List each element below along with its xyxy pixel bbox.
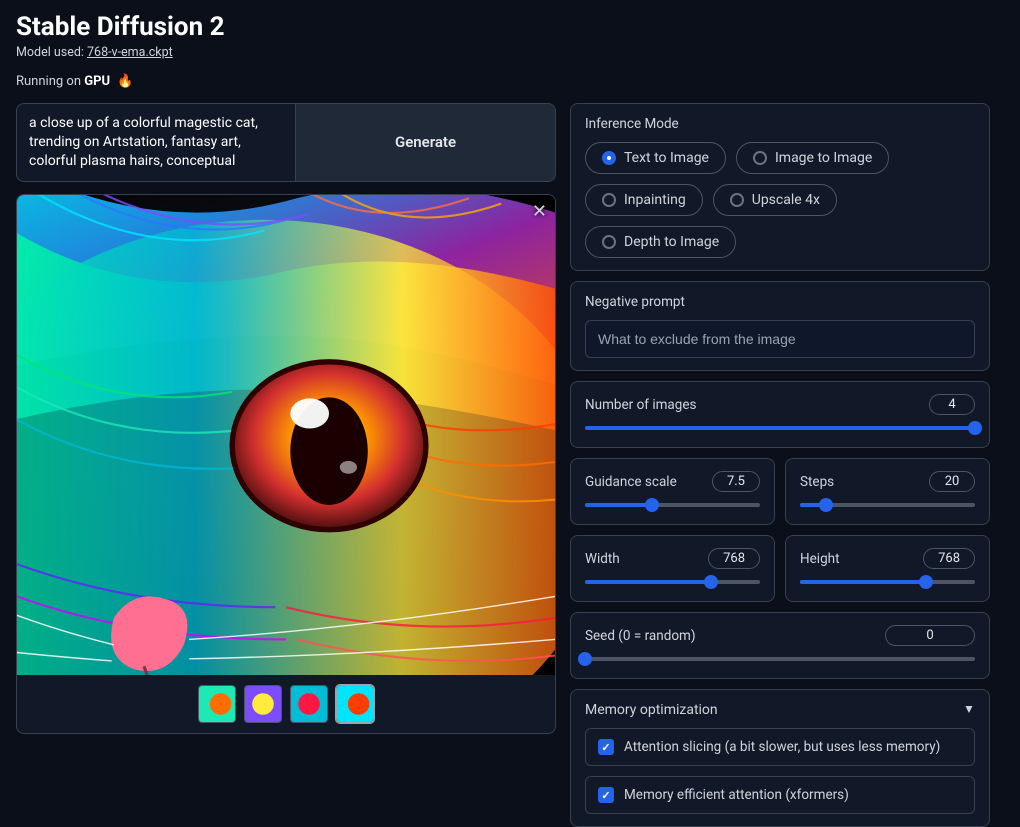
thumbnail[interactable] (290, 685, 328, 723)
output-image[interactable] (17, 195, 555, 675)
guidance-panel: Guidance scale 7.5 (570, 458, 775, 525)
xformers-checkbox[interactable]: ✓ Memory efficient attention (xformers) (585, 776, 975, 814)
memory-label: Memory optimization (585, 702, 718, 718)
thumbnail[interactable] (198, 685, 236, 723)
height-value: 768 (923, 548, 975, 569)
memory-panel: Memory optimization ▲ ✓ Attention slicin… (570, 689, 990, 827)
inference-mode-group: Text to Image Image to Image Inpainting … (585, 142, 975, 258)
radio-dot-icon (753, 151, 767, 165)
radio-text-to-image[interactable]: Text to Image (585, 142, 726, 174)
width-slider[interactable] (585, 575, 760, 589)
height-label: Height (800, 551, 840, 567)
num-images-label: Number of images (585, 397, 697, 413)
model-link[interactable]: 768-v-ema.ckpt (87, 45, 173, 60)
radio-depth-to-image[interactable]: Depth to Image (585, 226, 736, 258)
page-title: Stable Diffusion 2 (16, 12, 1004, 42)
negative-prompt-input[interactable] (585, 320, 975, 358)
close-icon[interactable]: ✕ (532, 201, 547, 222)
prompt-panel: a close up of a colorful magestic cat, t… (16, 103, 556, 182)
radio-dot-icon (602, 151, 616, 165)
generate-button[interactable]: Generate (295, 104, 555, 181)
inference-mode-label: Inference Mode (585, 116, 975, 132)
header: Stable Diffusion 2 Model used: 768-v-ema… (16, 12, 1004, 89)
fire-icon: 🔥 (117, 74, 133, 89)
prompt-input[interactable]: a close up of a colorful magestic cat, t… (17, 104, 295, 181)
width-value: 768 (708, 548, 760, 569)
output-image-panel: ✕ (16, 194, 556, 734)
height-panel: Height 768 (785, 535, 990, 602)
running-on-line: Running on GPU 🔥 (16, 74, 1004, 89)
num-images-slider[interactable] (585, 421, 975, 435)
negative-prompt-label: Negative prompt (585, 294, 975, 310)
seed-panel: Seed (0 = random) 0 (570, 612, 990, 679)
steps-panel: Steps 20 (785, 458, 990, 525)
radio-image-to-image[interactable]: Image to Image (736, 142, 889, 174)
negative-prompt-panel: Negative prompt (570, 281, 990, 371)
height-slider[interactable] (800, 575, 975, 589)
chevron-down-icon: ▲ (963, 703, 975, 717)
guidance-value: 7.5 (712, 471, 760, 492)
steps-value: 20 (929, 471, 975, 492)
thumbnail[interactable] (244, 685, 282, 723)
checkbox-checked-icon: ✓ (598, 739, 614, 755)
num-images-panel: Number of images 4 (570, 381, 990, 448)
thumbnail-strip (17, 675, 555, 733)
seed-value: 0 (885, 625, 975, 646)
num-images-value: 4 (929, 394, 975, 415)
attention-slicing-checkbox[interactable]: ✓ Attention slicing (a bit slower, but u… (585, 728, 975, 766)
seed-slider[interactable] (585, 652, 975, 666)
radio-dot-icon (730, 193, 744, 207)
width-label: Width (585, 551, 620, 567)
radio-inpainting[interactable]: Inpainting (585, 184, 703, 216)
thumbnail[interactable] (336, 685, 374, 723)
radio-dot-icon (602, 235, 616, 249)
device-label: GPU (84, 74, 110, 89)
radio-upscale-4x[interactable]: Upscale 4x (713, 184, 837, 216)
inference-mode-panel: Inference Mode Text to Image Image to Im… (570, 103, 990, 271)
steps-label: Steps (800, 474, 834, 490)
seed-label: Seed (0 = random) (585, 628, 696, 644)
width-panel: Width 768 (570, 535, 775, 602)
checkbox-checked-icon: ✓ (598, 787, 614, 803)
guidance-slider[interactable] (585, 498, 760, 512)
radio-dot-icon (602, 193, 616, 207)
model-used-line: Model used: 768-v-ema.ckpt (16, 45, 1004, 60)
steps-slider[interactable] (800, 498, 975, 512)
guidance-label: Guidance scale (585, 474, 677, 490)
memory-accordion-header[interactable]: Memory optimization ▲ (585, 702, 975, 718)
